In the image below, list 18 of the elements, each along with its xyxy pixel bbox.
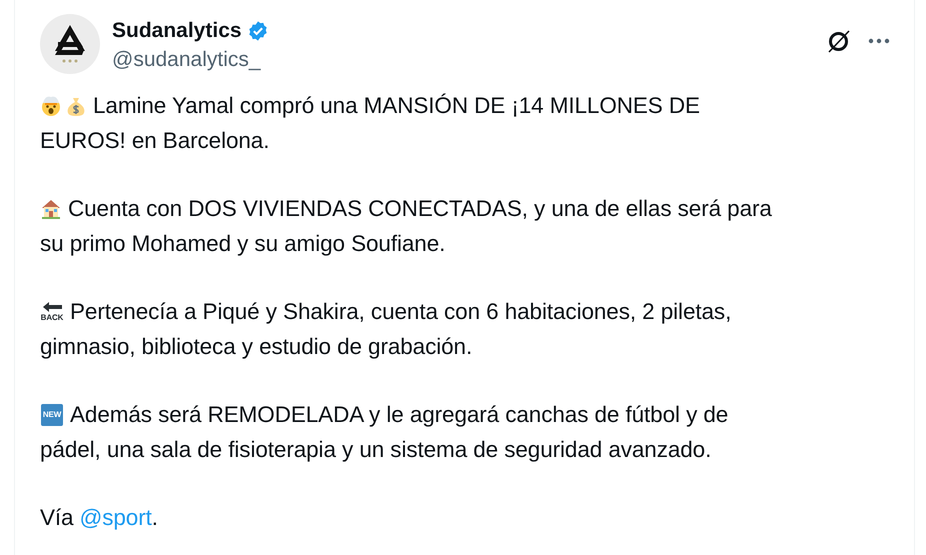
post-text: pádel, una sala de fisioterapia y un sistema de seguridad avanzado.: [40, 436, 712, 464]
more-options-icon[interactable]: [868, 37, 890, 45]
post-text: su primo Mohamed y su amigo Soufiane.: [40, 230, 446, 258]
author-handle[interactable]: @sudanalytics_: [112, 46, 269, 74]
period-text: .: [152, 504, 158, 532]
author-name[interactable]: Sudanalytics: [112, 16, 242, 46]
house-icon: [40, 197, 62, 220]
exploding-head-icon: [40, 94, 62, 117]
post-text: Vía: [40, 504, 74, 532]
post-text: EUROS! en Barcelona.: [40, 127, 270, 155]
avatar-logo-icon: [40, 14, 100, 74]
post-text: gimnasio, biblioteca y estudio de grabación.: [40, 333, 472, 361]
slashed-circle-icon: [826, 28, 852, 54]
post-text: Cuenta con DOS VIVIENDAS CONECTADAS, y una de ellas será para: [68, 195, 772, 223]
post-text: Pertenecía a Piqué y Shakira, cuenta con 6 habitaciones, 2 piletas,: [70, 298, 732, 326]
post-text: Además será REMODELADA y le agregará canchas de fútbol y de: [70, 401, 728, 429]
new-badge-icon: NEW: [40, 404, 64, 426]
post-text: Lamine Yamal compró una MANSIÓN DE ¡14 MILLONES DE: [93, 92, 700, 120]
